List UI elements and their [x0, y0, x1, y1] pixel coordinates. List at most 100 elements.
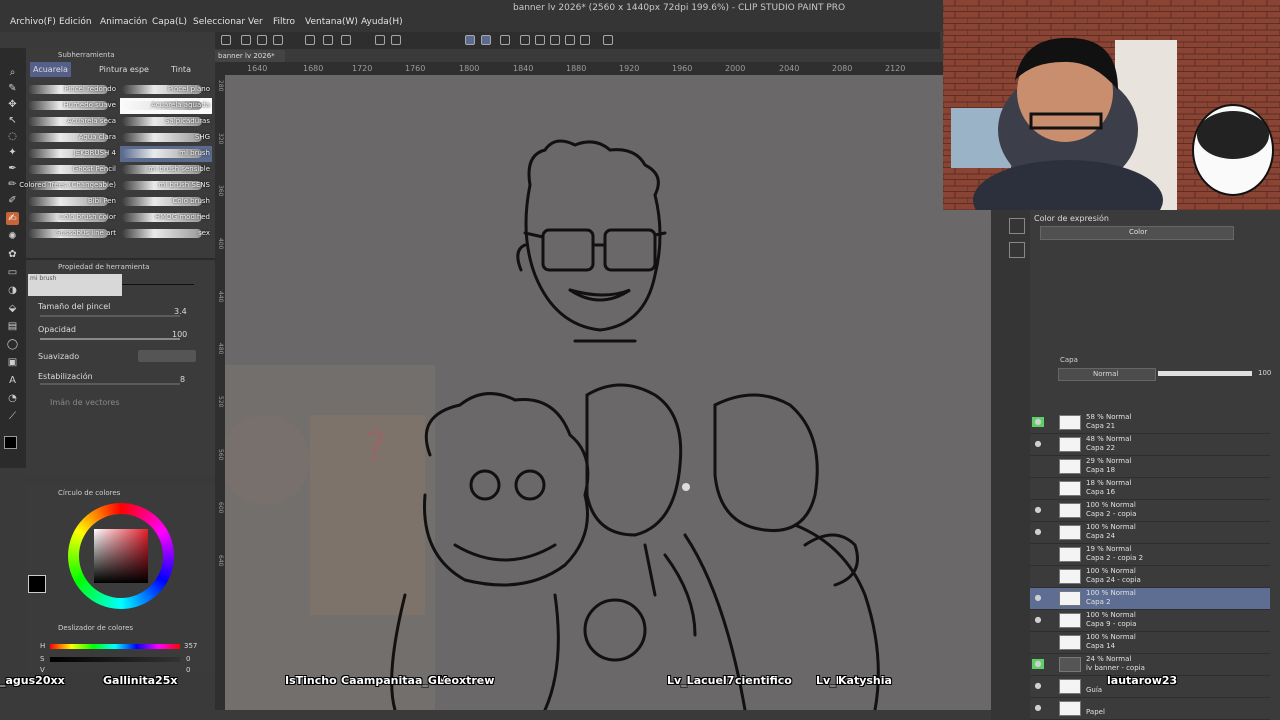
menu-filtro[interactable]: Filtro — [273, 17, 295, 27]
brush-item[interactable]: Agua clara — [26, 130, 118, 146]
undo-icon[interactable] — [305, 35, 315, 45]
brush-item[interactable]: Bibi Pen — [26, 194, 118, 210]
decoration-icon[interactable]: ✿ — [6, 248, 19, 261]
tab-acuarela[interactable]: Acuarela — [30, 62, 71, 77]
pencil-tool-icon[interactable]: ✏ — [6, 178, 19, 191]
move-icon[interactable]: ✥ — [6, 98, 19, 111]
brush-item[interactable]: HMOG modified — [120, 210, 212, 226]
brush-item[interactable]: mi brush sensible — [120, 162, 212, 178]
stabilization-value[interactable]: 8 — [180, 375, 185, 384]
layer-row[interactable]: 100 % Normal Capa 14 — [1030, 632, 1270, 654]
correct-line-icon[interactable]: ⟋ — [6, 410, 19, 423]
eraser-icon[interactable]: ▭ — [6, 266, 19, 279]
opacity-slider[interactable] — [40, 338, 180, 340]
stabilization-slider[interactable] — [40, 383, 180, 385]
menu-animacion[interactable]: Animación — [100, 17, 147, 27]
layer-row[interactable]: 29 % Normal Capa 18 — [1030, 456, 1270, 478]
layer-row[interactable]: ● Papel — [1030, 698, 1270, 720]
menu-ver[interactable]: Ver — [248, 17, 263, 27]
color-expression-select[interactable]: Color — [1040, 226, 1234, 240]
eyedropper-icon[interactable]: ✎ — [6, 82, 19, 95]
brush-item[interactable]: Acuarela seca — [26, 114, 118, 130]
brush-tool-icon[interactable]: ✐ — [6, 194, 19, 207]
transform-icon[interactable] — [391, 35, 401, 45]
layer-row[interactable]: ● 100 % Normal Capa 9 - copia — [1030, 610, 1270, 632]
layer-row[interactable]: 19 % Normal Capa 2 - copia 2 — [1030, 544, 1270, 566]
menu-ayuda[interactable]: Ayuda(H) — [361, 17, 403, 27]
brush-item[interactable]: Húmedo suave — [26, 98, 118, 114]
lasso-icon[interactable]: ◌ — [6, 130, 19, 143]
brush-item[interactable]: Pincel redondo — [26, 82, 118, 98]
pen-icon[interactable] — [500, 35, 510, 45]
layer-row-selected[interactable]: ● 100 % Normal Capa 2 — [1030, 588, 1270, 610]
tab-pintura[interactable]: Pintura espe — [96, 62, 152, 77]
watercolor-tool-icon[interactable]: ✍ — [6, 212, 19, 225]
tab-tinta[interactable]: Tinta — [168, 62, 194, 77]
new-file-icon[interactable] — [221, 35, 231, 45]
layer-opacity-slider[interactable] — [1158, 371, 1252, 376]
flip-icon[interactable] — [580, 35, 590, 45]
main-color-indicator[interactable] — [28, 575, 46, 593]
brush-item[interactable]: Pincel plano — [120, 82, 212, 98]
drawing-canvas[interactable]: ? — [225, 75, 991, 710]
layer-property-icon[interactable] — [1009, 242, 1025, 258]
saturation-slider[interactable] — [50, 657, 180, 662]
navigator-icon[interactable] — [1009, 218, 1025, 234]
ruler-icon[interactable] — [520, 35, 530, 45]
menu-capa[interactable]: Capa(L) — [152, 17, 187, 27]
zoom-icon[interactable]: ⌕ — [6, 66, 19, 79]
preset-preview[interactable]: mi brush — [28, 274, 122, 296]
fill-icon[interactable] — [375, 35, 385, 45]
layer-row[interactable]: ● 100 % Normal Capa 2 - copia — [1030, 500, 1270, 522]
blend-icon[interactable]: ◑ — [6, 284, 19, 297]
crop-icon[interactable] — [535, 35, 545, 45]
saturation-square[interactable] — [94, 529, 148, 583]
main-color-swatch[interactable] — [4, 436, 17, 449]
menu-ventana[interactable]: Ventana(W) — [305, 17, 358, 27]
menu-edicion[interactable]: Edición — [59, 17, 92, 27]
auto-select-icon[interactable]: ✦ — [6, 146, 19, 159]
brush-item[interactable]: Salpicaduras — [120, 114, 212, 130]
export-icon[interactable] — [273, 35, 283, 45]
brush-item[interactable]: Sussobus line art — [26, 226, 118, 242]
smoothing-selector[interactable] — [138, 350, 196, 362]
airbrush-icon[interactable]: ✺ — [6, 230, 19, 243]
hue-ring[interactable] — [68, 503, 174, 609]
brush-item-selected[interactable]: mi brush — [120, 146, 212, 162]
operation-icon[interactable]: ↖ — [6, 114, 19, 127]
brush-item[interactable]: Colo brush — [120, 194, 212, 210]
menu-seleccionar[interactable]: Seleccionar — [193, 17, 245, 27]
layer-row[interactable]: ● 48 % Normal Capa 22 — [1030, 434, 1270, 456]
figure-icon[interactable]: ◯ — [6, 338, 19, 351]
layer-row[interactable]: ● 58 % Normal Capa 21 — [1030, 412, 1270, 434]
brush-item[interactable]: Ghost Pencil — [26, 162, 118, 178]
brush-size-slider[interactable] — [40, 315, 180, 317]
brush-item[interactable]: sex — [120, 226, 212, 242]
brush-item[interactable]: mi brush SENS — [120, 178, 212, 194]
layer-opacity-value[interactable]: 100 — [1258, 369, 1271, 377]
brush-item[interactable]: SHG — [120, 130, 212, 146]
grid-icon[interactable] — [550, 35, 560, 45]
layer-row[interactable]: 100 % Normal Capa 24 - copia — [1030, 566, 1270, 588]
frame-icon[interactable]: ▣ — [6, 356, 19, 369]
snap-icon[interactable] — [465, 35, 475, 45]
perspective-icon[interactable] — [565, 35, 575, 45]
snap-ruler-icon[interactable] — [481, 35, 491, 45]
open-file-icon[interactable] — [241, 35, 251, 45]
pen-tool-icon[interactable]: ✒ — [6, 162, 19, 175]
layer-row[interactable]: ● 100 % Normal Capa 24 — [1030, 522, 1270, 544]
text-icon[interactable]: A — [6, 374, 19, 387]
saturation-value[interactable]: 0 — [186, 655, 190, 663]
fill-tool-icon[interactable]: ⬙ — [6, 302, 19, 315]
layer-row[interactable]: 18 % Normal Capa 16 — [1030, 478, 1270, 500]
hue-slider[interactable] — [50, 644, 180, 649]
layer-row[interactable]: ● 24 % Normal lv banner - copia — [1030, 654, 1270, 676]
settings-icon[interactable] — [603, 35, 613, 45]
brush-item[interactable]: Colo brush color — [26, 210, 118, 226]
blend-mode-select[interactable]: Normal — [1058, 368, 1156, 381]
hue-value[interactable]: 357 — [184, 642, 197, 650]
gradient-icon[interactable]: ▤ — [6, 320, 19, 333]
save-icon[interactable] — [257, 35, 267, 45]
clear-icon[interactable] — [341, 35, 351, 45]
brush-item[interactable]: Acuarela aguada — [120, 98, 212, 114]
